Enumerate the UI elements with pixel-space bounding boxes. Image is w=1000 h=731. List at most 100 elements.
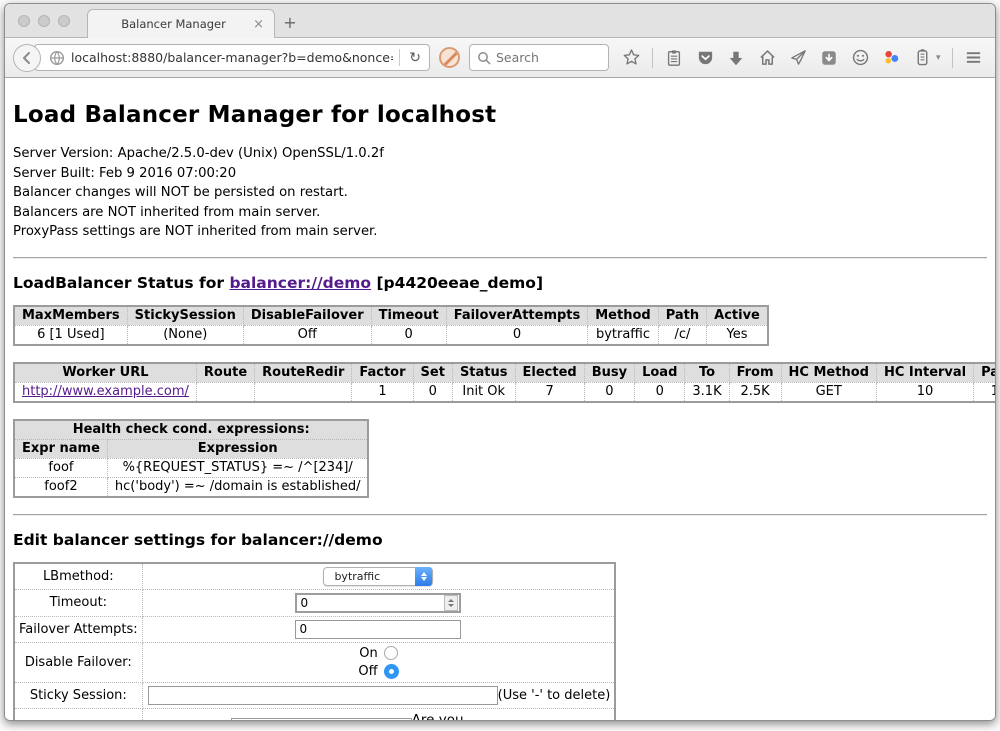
- container-addon-icon[interactable]: [912, 48, 932, 68]
- colored-dots-addon-icon[interactable]: [881, 48, 901, 68]
- proxypass-note-line: ProxyPass settings are NOT inherited fro…: [13, 222, 987, 242]
- col-busy: Busy: [584, 363, 634, 383]
- cell-busy: 0: [584, 382, 634, 402]
- cell-status: Init Ok: [452, 382, 515, 402]
- balancer-demo-link[interactable]: balancer://demo: [229, 274, 371, 292]
- cell-disablefailover: Off: [243, 325, 371, 345]
- col-from: From: [729, 363, 781, 383]
- loadbalancer-status-heading: LoadBalancer Status for balancer://demo …: [13, 274, 987, 292]
- worker-data-row: http://www.example.com/ 1 0 Init Ok 7 0 …: [14, 382, 995, 402]
- disable-failover-off-radio[interactable]: [384, 664, 399, 679]
- cell-expr-name-foof2: foof2: [14, 477, 107, 497]
- url-bar[interactable]: ↻: [34, 44, 430, 71]
- add-worker-input[interactable]: [231, 718, 412, 721]
- col-failoverattempts: FailoverAttempts: [446, 306, 588, 326]
- cell-to: 3.1K: [685, 382, 729, 402]
- disable-failover-label: Disable Failover:: [14, 642, 142, 682]
- cell-failoverattempts: 0: [446, 325, 588, 345]
- screenshot-download-icon[interactable]: [819, 48, 839, 68]
- tab-balancer-manager[interactable]: Balancer Manager ×: [87, 9, 275, 38]
- col-active: Active: [707, 306, 768, 326]
- status-heading-prefix: LoadBalancer Status for: [13, 274, 229, 292]
- col-worker-url: Worker URL: [14, 363, 196, 383]
- feedback-smiley-icon[interactable]: [850, 48, 870, 68]
- worker-table: Worker URL Route RouteRedir Factor Set S…: [13, 362, 995, 403]
- disable-failover-row: Disable Failover: On Off: [14, 642, 615, 682]
- col-route: Route: [196, 363, 254, 383]
- timeout-input[interactable]: [297, 596, 444, 610]
- col-routeredir: RouteRedir: [255, 363, 352, 383]
- tab-title: Balancer Manager: [96, 17, 251, 31]
- inherit-note-line: Balancers are NOT inherited from main se…: [13, 203, 987, 223]
- col-timeout: Timeout: [371, 306, 446, 326]
- tab-close-icon[interactable]: ×: [251, 17, 266, 32]
- col-passes: Passes: [974, 363, 995, 383]
- server-info: Server Version: Apache/2.5.0-dev (Unix) …: [13, 144, 987, 242]
- col-maxmembers: MaxMembers: [14, 306, 127, 326]
- urlbar-divider: [399, 49, 400, 66]
- select-stepper-icon: [415, 567, 432, 586]
- balancer-header-row: MaxMembers StickySession DisableFailover…: [14, 306, 768, 326]
- add-worker-label: Add New Worker:: [14, 708, 142, 721]
- cell-stickysession: (None): [127, 325, 243, 345]
- cell-elected: 7: [515, 382, 584, 402]
- content-blocked-icon[interactable]: [439, 47, 460, 68]
- sticky-session-note: (Use '-' to delete): [498, 688, 611, 703]
- toolbar-divider: [652, 48, 653, 68]
- bookmarks-menu-icon[interactable]: [664, 48, 684, 68]
- failover-attempts-input[interactable]: [295, 620, 461, 639]
- col-set: Set: [413, 363, 452, 383]
- cell-route: [196, 382, 254, 402]
- search-icon: [477, 51, 491, 65]
- worker-url-link[interactable]: http://www.example.com/: [22, 384, 189, 399]
- downloads-icon[interactable]: [726, 48, 746, 68]
- menu-hamburger-icon[interactable]: [964, 48, 984, 68]
- url-input[interactable]: [71, 50, 393, 65]
- hc-row-foof2: foof2 hc('body') =~ /domain is establish…: [14, 477, 368, 497]
- disable-failover-on-radio[interactable]: [384, 646, 398, 660]
- back-button[interactable]: [13, 44, 41, 72]
- cell-hc-interval: 10: [876, 382, 973, 402]
- tab-bar: Balancer Manager × +: [5, 4, 995, 38]
- sticky-session-input[interactable]: [148, 686, 498, 705]
- cell-passes: 1 (0): [974, 382, 995, 402]
- new-tab-button[interactable]: +: [275, 9, 305, 35]
- lbmethod-row: LBmethod: bytraffic: [14, 563, 615, 590]
- reload-icon[interactable]: ↻: [406, 50, 424, 66]
- bookmarks-grid-icon[interactable]: [995, 48, 996, 68]
- persist-note-line: Balancer changes will NOT be persisted o…: [13, 183, 987, 203]
- lbmethod-select[interactable]: bytraffic: [323, 567, 433, 586]
- server-built-line: Server Built: Feb 9 2016 07:00:20: [13, 164, 987, 184]
- search-bar[interactable]: [469, 44, 609, 71]
- zoom-window-button[interactable]: [58, 15, 70, 27]
- timeout-row: Timeout:: [14, 589, 615, 616]
- hc-title-row: Health check cond. expressions:: [14, 420, 368, 440]
- balancer-data-row: 6 [1 Used] (None) Off 0 0 bytraffic /c/ …: [14, 325, 768, 345]
- server-version-line: Server Version: Apache/2.5.0-dev (Unix) …: [13, 144, 987, 164]
- add-worker-row: Add New Worker: Are you sure?: [14, 708, 615, 721]
- col-hc-method: HC Method: [781, 363, 876, 383]
- home-icon[interactable]: [757, 48, 777, 68]
- cell-expr-name-foof: foof: [14, 458, 107, 477]
- failover-attempts-label: Failover Attempts:: [14, 616, 142, 642]
- search-input[interactable]: [496, 50, 601, 65]
- cell-expression-foof2: hc('body') =~ /domain is established/: [107, 477, 368, 497]
- dropdown-caret-icon[interactable]: ▾: [936, 53, 941, 63]
- page-content: Load Balancer Manager for localhost Serv…: [5, 78, 995, 721]
- worker-header-row: Worker URL Route RouteRedir Factor Set S…: [14, 363, 995, 383]
- section-divider-2: [13, 514, 987, 515]
- sticky-session-row: Sticky Session: (Use '-' to delete): [14, 682, 615, 708]
- minimize-window-button[interactable]: [38, 15, 50, 27]
- balancer-status-table: MaxMembers StickySession DisableFailover…: [13, 305, 769, 346]
- radio-off-label: Off: [358, 664, 377, 679]
- send-tab-icon[interactable]: [788, 48, 808, 68]
- pocket-icon[interactable]: [695, 48, 715, 68]
- bookmark-star-icon[interactable]: [621, 48, 641, 68]
- col-path: Path: [658, 306, 706, 326]
- lbmethod-label: LBmethod:: [14, 563, 142, 590]
- cell-method: bytraffic: [588, 325, 658, 345]
- close-window-button[interactable]: [18, 15, 30, 27]
- timeout-label: Timeout:: [14, 589, 142, 616]
- number-spinner-icon[interactable]: [444, 595, 458, 611]
- col-factor: Factor: [352, 363, 413, 383]
